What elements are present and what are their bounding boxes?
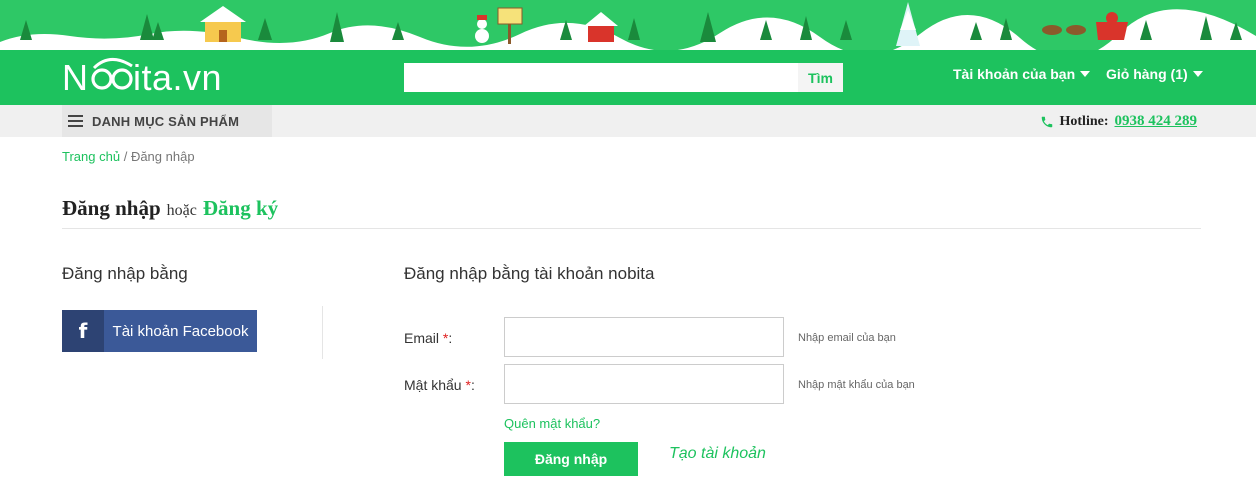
breadcrumb: Trang chủ / Đăng nhập: [62, 149, 195, 164]
page-title-register-link[interactable]: Đăng ký: [203, 196, 278, 221]
snowman-illustration: [475, 15, 489, 43]
logo-text: N: [62, 57, 89, 98]
search-input[interactable]: [404, 63, 798, 92]
email-hint: Nhập email của bạn: [798, 332, 896, 344]
hamburger-icon: [68, 115, 83, 127]
facebook-login-button[interactable]: f Tài khoản Facebook: [62, 310, 257, 352]
sub-navigation: DANH MỤC SẢN PHẨM Hotline: 0938 424 289: [0, 105, 1256, 137]
catalog-label: DANH MỤC SẢN PHẨM: [92, 113, 240, 129]
hotline-number-link[interactable]: 0938 424 289: [1115, 113, 1198, 130]
reindeer-sleigh-illustration: [1042, 12, 1128, 40]
logo-text-suffix: ita.vn: [133, 57, 222, 98]
email-field[interactable]: [504, 317, 784, 357]
red-house-illustration: [584, 12, 618, 42]
phone-icon: [1041, 116, 1052, 127]
christmas-banner: [0, 0, 1256, 50]
cart-menu-label: Giỏ hàng (1): [1106, 66, 1188, 82]
house-illustration: [200, 6, 246, 42]
social-login-heading: Đăng nhập bằng: [62, 264, 188, 283]
account-menu-label: Tài khoản của bạn: [953, 66, 1076, 82]
nobita-logo-icon: N ita.vn: [62, 57, 222, 98]
main-header: N ita.vn Tìm Tài khoản của bạn Giỏ hàng …: [0, 50, 1256, 105]
breadcrumb-separator: /: [123, 149, 128, 164]
account-login-heading: Đăng nhập bằng tài khoản nobita: [404, 264, 655, 283]
cart-menu[interactable]: Giỏ hàng (1): [1106, 66, 1203, 82]
facebook-login-label: Tài khoản Facebook: [112, 322, 249, 340]
hotline-label: Hotline:: [1059, 113, 1109, 129]
create-account-link[interactable]: Tạo tài khoản: [669, 445, 766, 463]
password-field[interactable]: [504, 364, 784, 404]
page-title-or: hoặc: [166, 202, 197, 219]
title-divider: [62, 228, 1201, 229]
chevron-down-icon: [1192, 71, 1203, 77]
email-label: Email *:: [404, 330, 453, 346]
facebook-icon: f: [62, 310, 104, 352]
page-title-login: Đăng nhập: [62, 196, 161, 220]
account-menu[interactable]: Tài khoản của bạn: [953, 66, 1091, 82]
forgot-password-link[interactable]: Quên mật khẩu?: [504, 416, 600, 431]
password-label: Mật khẩu *:: [404, 377, 475, 393]
search-button[interactable]: Tìm: [798, 63, 843, 92]
column-divider: [322, 306, 323, 359]
chevron-down-icon: [1080, 71, 1091, 77]
snowy-tree-illustration: [896, 2, 920, 46]
page-title: Đăng nhập hoặc Đăng ký: [62, 196, 278, 221]
breadcrumb-current: Đăng nhập: [130, 149, 195, 164]
login-submit-button[interactable]: Đăng nhập: [504, 442, 638, 476]
password-hint: Nhập mật khẩu của bạn: [798, 379, 915, 391]
christmas-scene-illustration: [0, 2, 1256, 50]
site-logo[interactable]: N ita.vn: [62, 54, 242, 100]
hotline: Hotline: 0938 424 289: [1040, 113, 1198, 130]
product-catalog-menu[interactable]: DANH MỤC SẢN PHẨM: [62, 105, 272, 137]
breadcrumb-home-link[interactable]: Trang chủ: [62, 149, 120, 164]
